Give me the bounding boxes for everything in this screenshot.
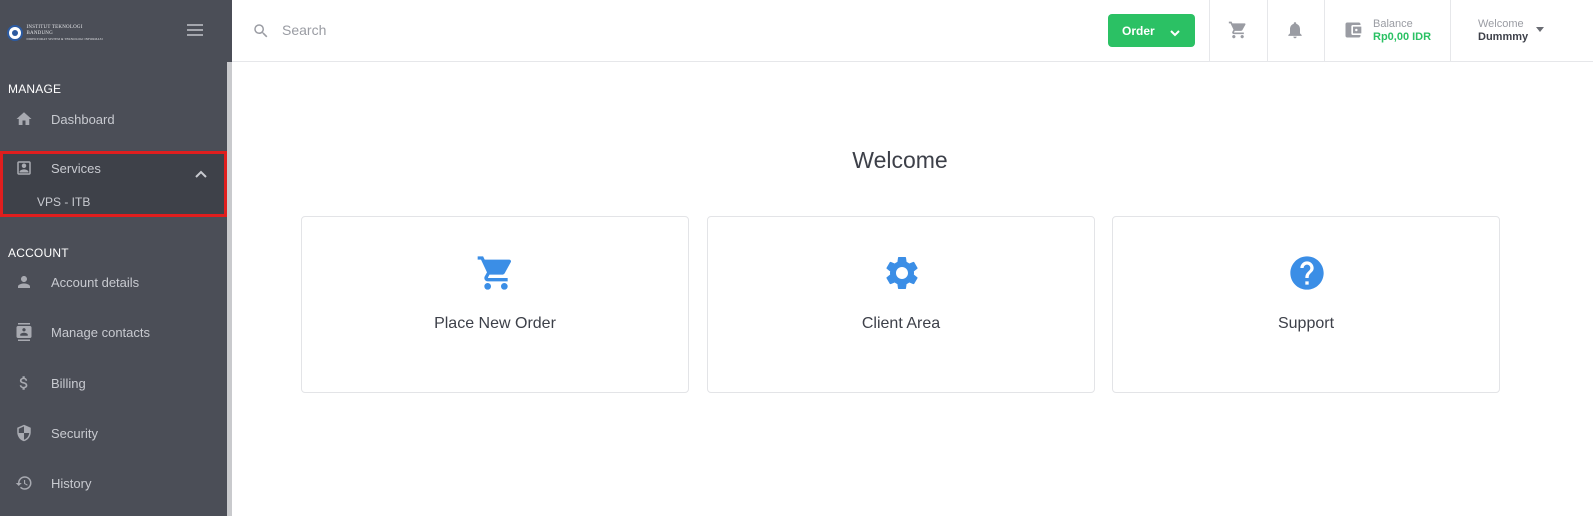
section-title-account: ACCOUNT [8, 246, 69, 260]
sidebar-item-label: Security [51, 425, 98, 441]
bell-icon[interactable] [1285, 20, 1305, 40]
sidebar-item-account-details[interactable]: Account details [0, 262, 227, 302]
help-icon [1287, 253, 1327, 293]
sidebar-item-label: Manage contacts [51, 324, 151, 340]
shield-icon [15, 424, 33, 442]
home-icon [15, 110, 33, 128]
sidebar-item-security[interactable]: Security [0, 413, 227, 453]
top-bar: Order Balance Rp0,00 IDR Welcome Dummmy [232, 0, 1593, 62]
dollar-icon [15, 374, 33, 392]
brand-area: INSTITUT TEKNOLOGI BANDUNG DIREKTORAT SI… [0, 0, 227, 62]
caret-down-icon[interactable] [1536, 27, 1544, 32]
sidebar-item-history[interactable]: History [0, 463, 227, 503]
user-name[interactable]: Dummmy [1478, 31, 1528, 43]
divider [1267, 0, 1268, 61]
divider [1324, 0, 1325, 61]
person-icon [15, 273, 33, 291]
order-button-label: Order [1122, 23, 1155, 38]
sidebar-item-label: Account details [51, 274, 140, 290]
client-area-card[interactable]: Client Area [707, 216, 1095, 393]
sidebar-item-label: Dashboard [51, 111, 115, 127]
card-label: Support [1277, 315, 1335, 332]
cart-icon [476, 253, 516, 293]
balance-value: Rp0,00 IDR [1373, 31, 1432, 43]
sidebar: INSTITUT TEKNOLOGI BANDUNG DIREKTORAT SI… [0, 0, 232, 516]
wallet-icon [1343, 20, 1363, 40]
sidebar-item-billing[interactable]: Billing [0, 363, 227, 403]
sidebar-item-label: Billing [51, 375, 86, 391]
history-icon [15, 474, 33, 492]
divider [1209, 0, 1210, 61]
order-button[interactable]: Order [1108, 14, 1195, 47]
search-icon [252, 22, 270, 40]
sidebar-scrollbar[interactable] [227, 62, 232, 516]
contacts-icon [15, 323, 33, 341]
chevron-down-icon [1170, 26, 1180, 37]
page-title: Welcome [852, 147, 948, 173]
sidebar-item-manage-contacts[interactable]: Manage contacts [0, 312, 227, 352]
sidebar-subitem-vps-itb[interactable]: VPS - ITB [37, 195, 90, 209]
logo[interactable]: INSTITUT TEKNOLOGI BANDUNG DIREKTORAT SI… [7, 24, 107, 42]
contact-card-icon [15, 159, 33, 177]
sidebar-item-services[interactable]: Services [0, 148, 227, 188]
card-label: Client Area [861, 315, 941, 332]
place-new-order-card[interactable]: Place New Order [301, 216, 689, 393]
logo-text-line2: DIREKTORAT SISTEM & TEKNOLOGI INFORMASI [26, 37, 103, 41]
search-input[interactable] [282, 18, 682, 42]
logo-text: INSTITUT TEKNOLOGI BANDUNG DIREKTORAT SI… [27, 25, 107, 41]
sidebar-item-label: History [51, 475, 92, 491]
divider [1450, 0, 1451, 61]
cart-icon[interactable] [1228, 20, 1248, 40]
logo-text-line1: INSTITUT TEKNOLOGI BANDUNG [26, 25, 83, 36]
section-title-manage: MANAGE [8, 82, 62, 96]
support-card[interactable]: Support [1112, 216, 1500, 393]
logo-emblem-icon [7, 25, 23, 41]
sidebar-item-dashboard[interactable]: Dashboard [0, 99, 227, 139]
chevron-up-icon[interactable] [195, 165, 207, 178]
balance-label: Balance [1373, 18, 1413, 30]
card-label: Place New Order [434, 315, 556, 332]
gear-icon [882, 253, 922, 293]
sidebar-item-label: Services [51, 160, 101, 176]
welcome-label: Welcome [1478, 18, 1524, 30]
menu-toggle-icon[interactable] [187, 24, 203, 38]
